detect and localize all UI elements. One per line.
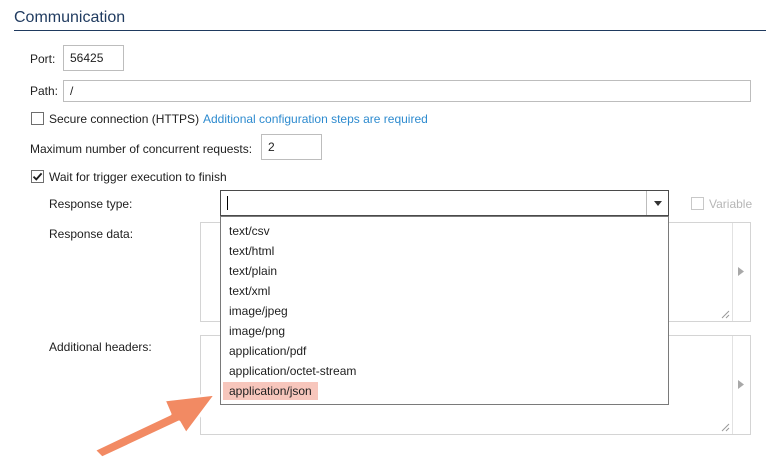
section-title: Communication	[14, 9, 126, 26]
expand-right-icon	[738, 267, 744, 276]
option-application-pdf[interactable]: application/pdf	[223, 342, 312, 360]
response-type-label: Response type:	[49, 197, 133, 211]
annotation-arrow-icon	[92, 392, 218, 460]
response-type-dropdown-list: text/csv text/html text/plain text/xml i…	[220, 216, 669, 405]
text-caret	[227, 196, 228, 210]
option-text-html[interactable]: text/html	[223, 242, 280, 260]
path-value: /	[70, 84, 74, 98]
response-data-label: Response data:	[49, 227, 134, 241]
additional-headers-side-panel[interactable]	[732, 336, 750, 434]
path-label: Path:	[30, 84, 59, 98]
option-application-json[interactable]: application/json	[223, 382, 318, 400]
resize-grip-icon[interactable]	[721, 423, 730, 432]
path-input[interactable]: /	[63, 80, 751, 102]
option-text-plain[interactable]: text/plain	[223, 262, 283, 280]
port-input[interactable]: 56425	[63, 45, 124, 71]
max-requests-input[interactable]: 2	[261, 134, 322, 160]
option-image-jpeg[interactable]: image/jpeg	[223, 302, 294, 320]
secure-connection-checkbox[interactable]	[31, 112, 44, 125]
response-type-combobox[interactable]	[220, 190, 669, 216]
variable-checkbox[interactable]	[691, 197, 704, 210]
secure-connection-label: Secure connection (HTTPS)	[49, 112, 200, 126]
section-divider	[14, 30, 766, 31]
option-application-octet-stream[interactable]: application/octet-stream	[223, 362, 362, 380]
resize-grip-icon[interactable]	[721, 310, 730, 319]
variable-label: Variable	[709, 197, 753, 211]
option-image-png[interactable]: image/png	[223, 322, 291, 340]
additional-config-link[interactable]: Additional configuration steps are requi…	[203, 112, 428, 126]
chevron-down-icon	[653, 200, 662, 206]
port-label: Port:	[30, 52, 56, 66]
wait-trigger-checkbox[interactable]	[31, 170, 44, 183]
expand-right-icon	[738, 380, 744, 389]
option-text-xml[interactable]: text/xml	[223, 282, 276, 300]
response-type-dropdown-button[interactable]	[646, 191, 668, 215]
additional-headers-label: Additional headers:	[49, 340, 152, 354]
max-requests-value: 2	[268, 140, 275, 154]
max-requests-label: Maximum number of concurrent requests:	[30, 142, 253, 156]
port-value: 56425	[70, 51, 104, 65]
option-text-csv[interactable]: text/csv	[223, 222, 276, 240]
wait-trigger-label: Wait for trigger execution to finish	[49, 170, 227, 184]
response-data-side-panel[interactable]	[732, 223, 750, 321]
checkmark-icon	[32, 172, 43, 181]
